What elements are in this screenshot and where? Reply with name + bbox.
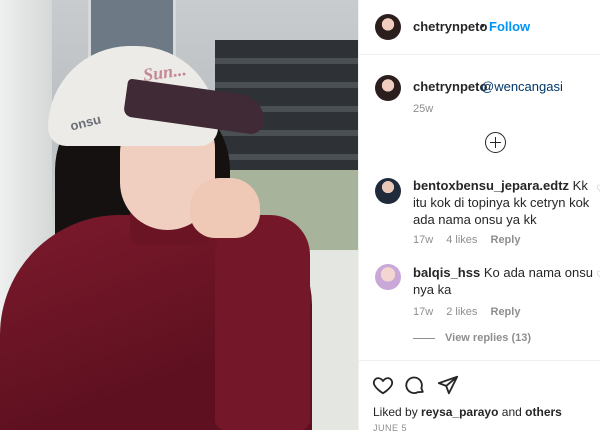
comment-timestamp[interactable]: 17w: [413, 234, 433, 246]
load-more-comments-icon[interactable]: [485, 132, 506, 153]
liked-by-user[interactable]: reysa_parayo: [421, 405, 498, 419]
comment-like-count[interactable]: 2 likes: [446, 306, 477, 318]
author-avatar[interactable]: [375, 14, 401, 40]
liked-by-prefix: Liked by: [373, 405, 418, 419]
comment-body: balqis_hss Ko ada nama onsu nya ka: [413, 264, 595, 298]
post-side-panel: chetrynpeto • Follow chetrynpeto @wencan…: [358, 0, 600, 433]
caption-avatar[interactable]: [375, 75, 401, 101]
post-date[interactable]: JUNE 5: [373, 423, 407, 433]
author-username[interactable]: chetrynpeto: [413, 19, 487, 34]
heart-icon[interactable]: [372, 374, 394, 396]
commenter-username[interactable]: balqis_hss: [413, 265, 480, 280]
comment-like-icon[interactable]: ♡: [596, 184, 600, 195]
post-actions: Liked by reysa_parayo and others JUNE 5: [359, 360, 600, 433]
comment-reply-button[interactable]: Reply: [491, 306, 521, 318]
comment-meta: 17w 4 likes Reply: [413, 234, 530, 246]
post-header: chetrynpeto • Follow: [359, 0, 600, 55]
comment-icon[interactable]: [404, 374, 426, 396]
comment-like-icon[interactable]: ♡: [596, 270, 600, 281]
view-replies-link[interactable]: View replies (13): [413, 332, 531, 344]
comment-meta: 17w 2 likes Reply: [413, 306, 530, 318]
photo-arm: [215, 215, 310, 430]
comment-reply-button[interactable]: Reply: [491, 234, 521, 246]
photo-hand: [190, 178, 260, 238]
commenter-avatar[interactable]: [375, 178, 401, 204]
liked-by-others[interactable]: others: [525, 405, 562, 419]
liked-by-line: Liked by reysa_parayo and others: [373, 405, 562, 419]
caption-timestamp[interactable]: 25w: [413, 103, 433, 115]
comment-like-count[interactable]: 4 likes: [446, 234, 477, 246]
caption-username[interactable]: chetrynpeto: [413, 79, 487, 94]
commenter-avatar[interactable]: [375, 264, 401, 290]
comment-timestamp[interactable]: 17w: [413, 306, 433, 318]
comment-body: bentoxbensu_jepara.edtz Kk itu kok di to…: [413, 177, 595, 228]
caption-mention-link[interactable]: @wencangasi: [481, 79, 563, 94]
liked-by-and: and: [501, 405, 522, 419]
share-icon[interactable]: [437, 374, 459, 396]
follow-button[interactable]: Follow: [489, 19, 530, 34]
post-photo[interactable]: Sun... onsu: [0, 0, 358, 430]
commenter-username[interactable]: bentoxbensu_jepara.edtz: [413, 178, 569, 193]
header-separator: •: [480, 18, 485, 33]
